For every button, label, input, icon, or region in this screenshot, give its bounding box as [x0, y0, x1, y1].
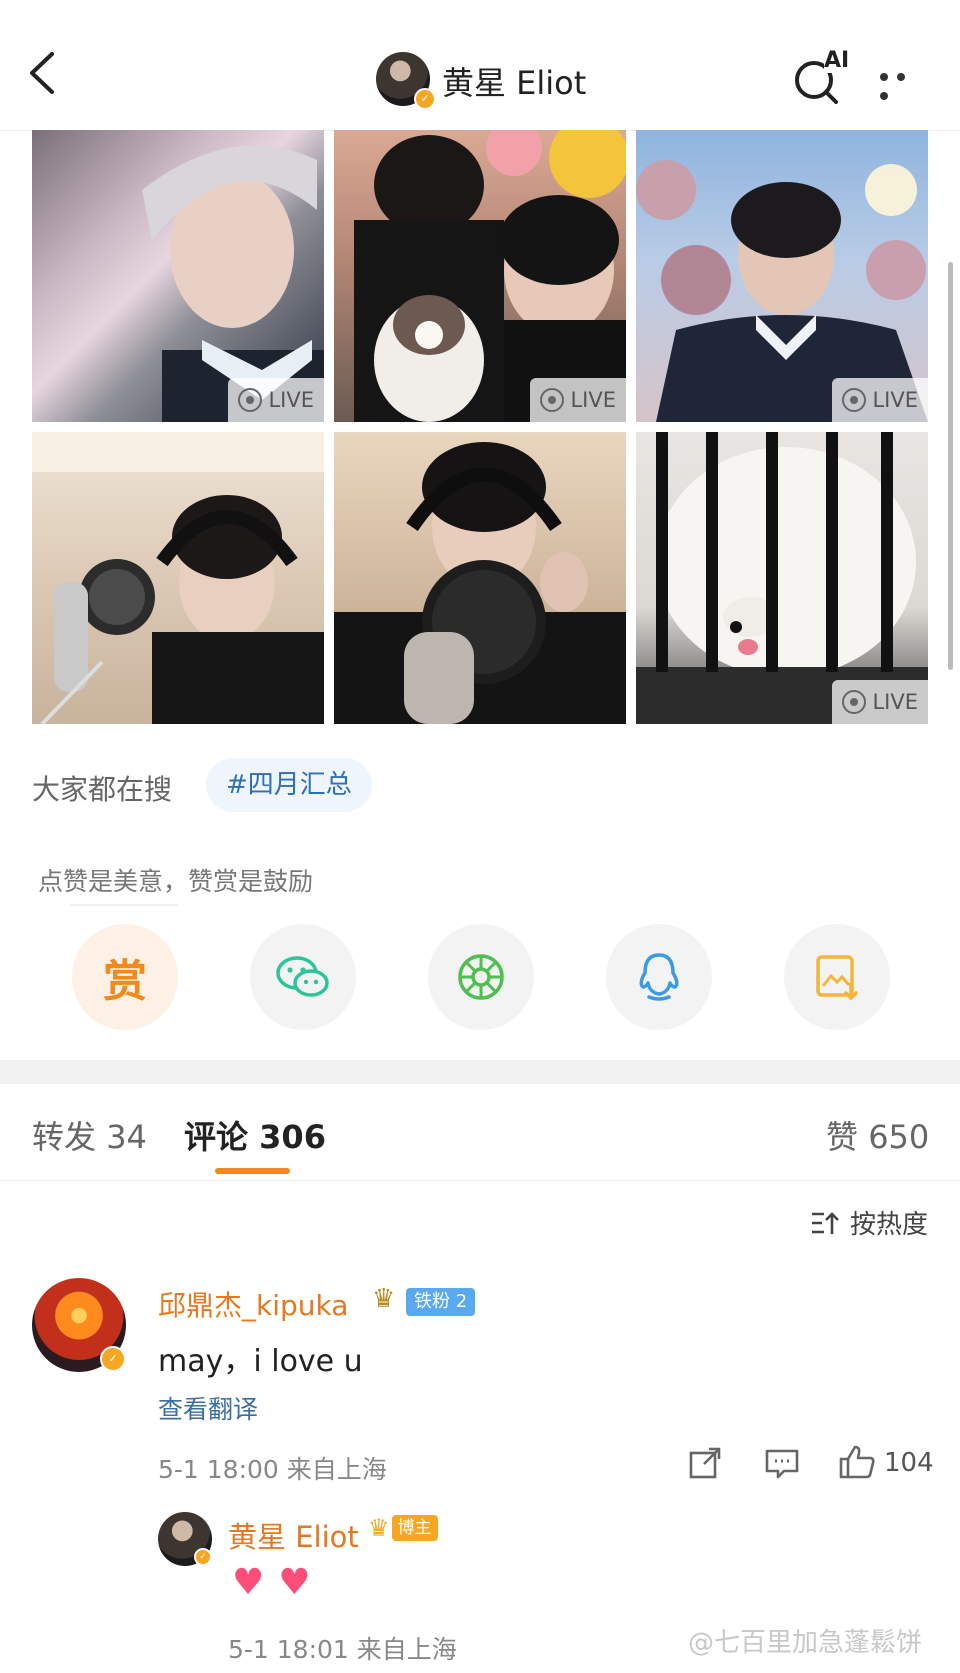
tab-comments[interactable]: 评论 306	[184, 1112, 326, 1158]
share-comment-icon[interactable]	[688, 1446, 722, 1484]
live-badge: LIVE	[228, 378, 324, 422]
commenter-name[interactable]: 邱鼎杰_kipuka	[158, 1284, 348, 1324]
ai-search-icon[interactable]: AI	[792, 48, 850, 104]
sort-by-hot-button[interactable]: 按热度	[810, 1204, 928, 1241]
watermark: @七百里加急蓬鬆饼	[688, 1628, 923, 1658]
section-divider	[0, 1060, 960, 1084]
save-image-button[interactable]	[784, 924, 890, 1030]
sort-label: 按热度	[850, 1210, 929, 1240]
reply-comment-icon[interactable]	[764, 1448, 800, 1484]
heart-emojis: ♥♥	[232, 1562, 325, 1603]
comment-like-count: 104	[884, 1448, 934, 1478]
author-badge: ♛ 博主	[368, 1514, 438, 1542]
tab-likes[interactable]: 赞 650	[826, 1112, 929, 1158]
comment-meta: 5-1 18:00 来自上海	[158, 1455, 387, 1484]
top-bar: ✓ 黄星 Eliot AI	[0, 0, 960, 131]
wechat-share-button[interactable]	[250, 924, 356, 1030]
hot-search-tag[interactable]: #四月汇总	[206, 758, 372, 812]
verified-badge-icon: ✓	[414, 88, 436, 110]
moments-icon	[458, 954, 504, 1000]
crown-icon: ♛	[368, 1514, 390, 1542]
fan-level-badge: 铁粉 2	[406, 1288, 476, 1316]
hot-search-label: 大家都在搜	[32, 773, 173, 806]
photo-5[interactable]	[334, 432, 626, 724]
sort-icon	[812, 1211, 839, 1234]
photo-1[interactable]: LIVE	[32, 130, 324, 422]
qq-icon	[639, 953, 679, 1001]
tab-reposts[interactable]: 转发 34	[32, 1112, 147, 1158]
qq-share-button[interactable]	[606, 924, 712, 1030]
reply-author-name[interactable]: 黄星 Eliot	[228, 1514, 359, 1556]
live-photo-icon	[540, 388, 565, 412]
crown-icon: ♛	[372, 1284, 396, 1314]
save-image-icon	[816, 955, 858, 1001]
author-name[interactable]: 黄星 Eliot	[442, 58, 586, 104]
live-photo-icon	[842, 690, 867, 714]
heart-icon: ♥	[278, 1562, 325, 1603]
photo-3[interactable]: LIVE	[636, 130, 928, 422]
like-comment-icon[interactable]	[838, 1444, 876, 1484]
photo-4[interactable]	[32, 432, 324, 724]
comment-text: may，i love u	[158, 1344, 363, 1379]
live-badge: LIVE	[832, 378, 928, 422]
divider	[0, 1180, 960, 1181]
moments-share-button[interactable]	[428, 924, 534, 1030]
author-badge-label: 博主	[391, 1515, 438, 1541]
live-badge: LIVE	[530, 378, 626, 422]
heart-icon: ♥	[232, 1562, 279, 1603]
reward-button[interactable]: 赏	[72, 924, 178, 1030]
live-badge: LIVE	[832, 680, 928, 724]
reward-hint: 点赞是美意，赞赏是鼓励	[38, 867, 314, 896]
ai-label: AI	[824, 48, 850, 73]
more-options-icon[interactable]	[880, 66, 930, 100]
active-tab-indicator	[215, 1168, 290, 1174]
wechat-icon	[276, 956, 329, 997]
live-photo-icon	[238, 388, 263, 412]
photo-2[interactable]: LIVE	[334, 130, 626, 422]
divider	[70, 904, 178, 906]
photo-6[interactable]: LIVE	[636, 432, 928, 724]
reply-meta: 5-1 18:01 来自上海	[228, 1635, 457, 1664]
live-photo-icon	[842, 388, 867, 412]
view-translation-link[interactable]: 查看翻译	[158, 1390, 258, 1426]
verified-badge-icon: ✓	[194, 1548, 212, 1566]
scrollbar[interactable]	[948, 262, 953, 670]
verified-badge-icon: ✓	[100, 1346, 126, 1372]
back-arrow-icon[interactable]	[22, 48, 72, 108]
reward-label: 赏	[103, 956, 147, 1007]
